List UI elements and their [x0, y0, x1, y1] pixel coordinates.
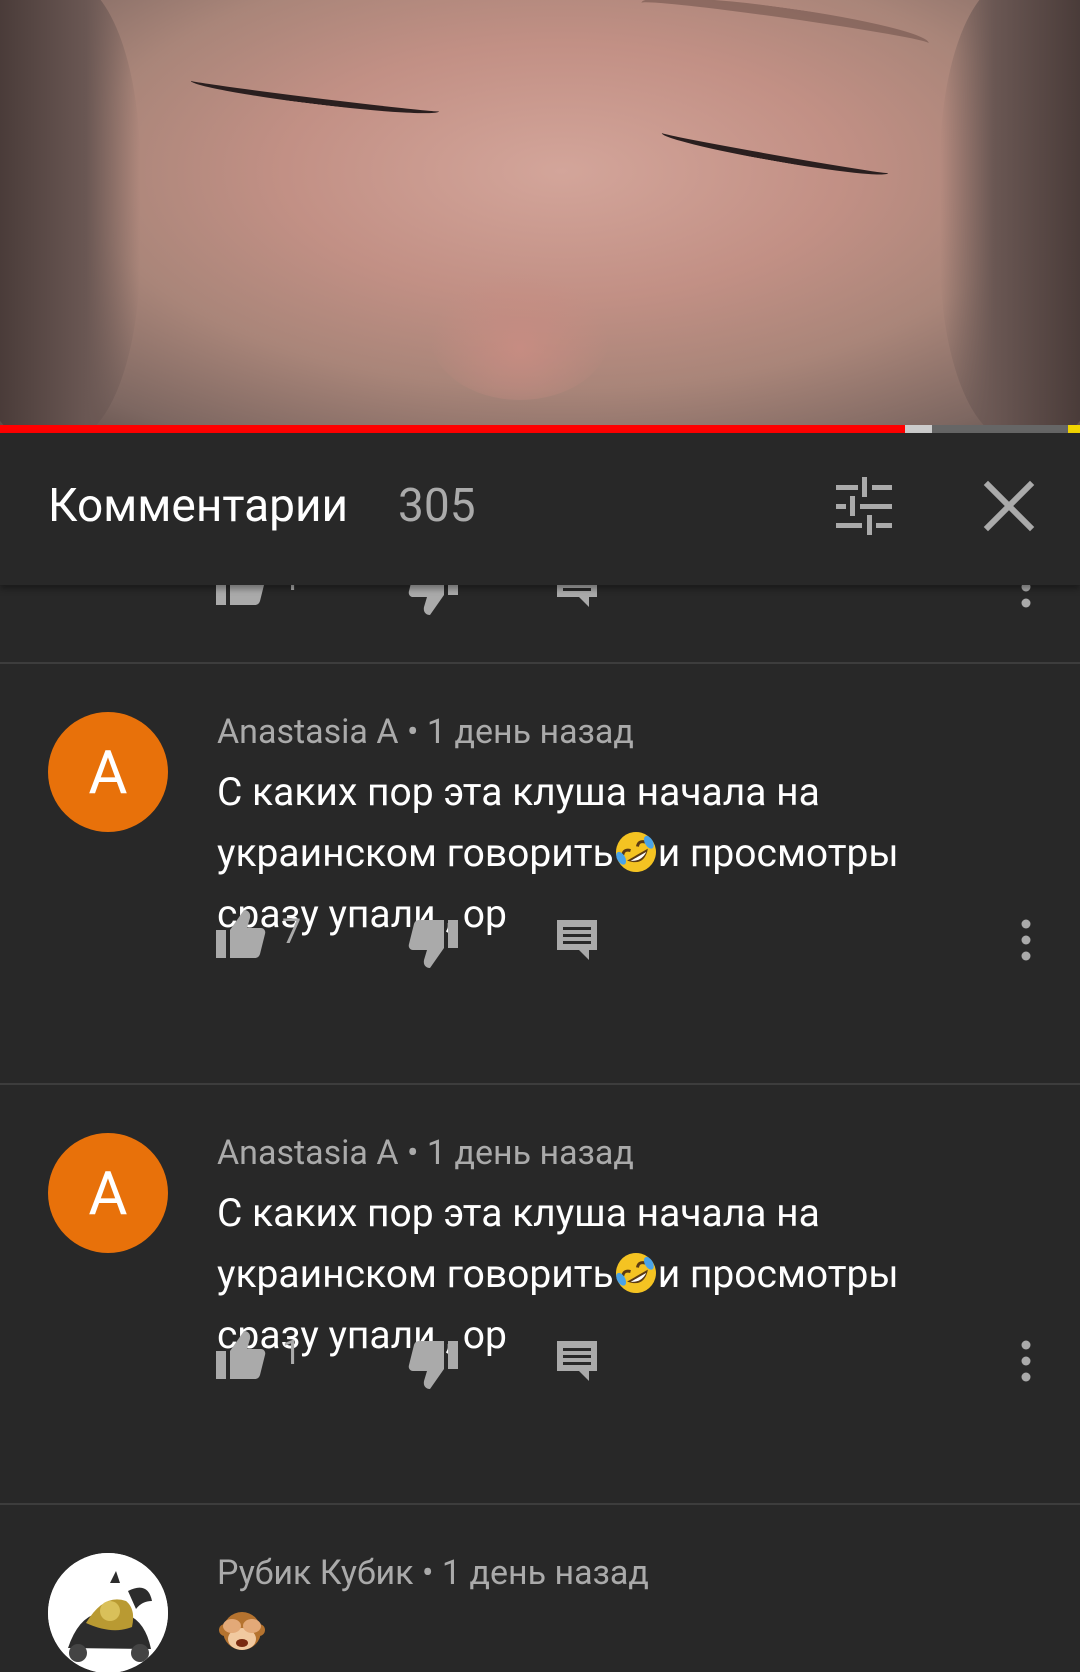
- meta-separator: •: [406, 712, 419, 752]
- video-progress-bar[interactable]: [0, 425, 1080, 433]
- like-icon[interactable]: [214, 585, 266, 607]
- comment-actions: 1: [0, 1329, 1080, 1389]
- reply-icon[interactable]: [555, 918, 599, 962]
- comment-text: [217, 1605, 997, 1666]
- like-icon[interactable]: [214, 908, 266, 960]
- comment-author[interactable]: Anastasia A: [217, 1133, 399, 1173]
- rolling-laughing-emoji-icon: [614, 830, 658, 874]
- avatar-letter: A: [88, 736, 128, 808]
- video-frame-detail: [660, 125, 890, 181]
- video-frame-detail: [430, 270, 610, 400]
- comments-header: Комментарии 305: [0, 433, 1080, 585]
- comment-list[interactable]: 1 A Anastasia A • 1 день назад С каких п…: [0, 585, 1080, 1672]
- progress-buffered: [905, 425, 932, 433]
- comment-author[interactable]: Рубик Кубик: [217, 1553, 414, 1593]
- avatar[interactable]: A: [48, 712, 168, 832]
- character-avatar-icon: [48, 1553, 168, 1672]
- avatar[interactable]: [48, 1553, 168, 1672]
- progress-played: [0, 425, 905, 433]
- video-player[interactable]: [0, 0, 1080, 428]
- divider: [0, 1083, 1080, 1085]
- video-frame-detail: [639, 0, 931, 59]
- comment-meta: Anastasia A • 1 день назад: [217, 1133, 634, 1173]
- comment-actions: 7: [0, 908, 1080, 968]
- video-frame-detail: [940, 0, 1080, 428]
- comment-author[interactable]: Anastasia A: [217, 712, 399, 752]
- comment-time: 1 день назад: [441, 1553, 649, 1593]
- divider: [0, 1503, 1080, 1505]
- reply-icon[interactable]: [555, 1339, 599, 1383]
- like-count: 1: [282, 1333, 302, 1373]
- comments-count: 305: [398, 479, 476, 533]
- more-options-icon[interactable]: [1016, 585, 1036, 611]
- dislike-icon[interactable]: [408, 585, 460, 617]
- progress-marker: [1068, 425, 1080, 433]
- avatar[interactable]: A: [48, 1133, 168, 1253]
- avatar-letter: A: [88, 1157, 128, 1229]
- divider: [0, 662, 1080, 664]
- dislike-icon[interactable]: [408, 918, 460, 970]
- meta-separator: •: [421, 1553, 434, 1593]
- more-options-icon[interactable]: [1016, 1337, 1036, 1385]
- comment-actions: 1: [0, 585, 1080, 615]
- dislike-icon[interactable]: [408, 1339, 460, 1391]
- video-frame-detail: [0, 0, 140, 428]
- meta-separator: •: [406, 1133, 419, 1173]
- close-icon[interactable]: [980, 477, 1038, 535]
- like-count: 1: [282, 585, 301, 599]
- comments-title: Комментарии: [48, 479, 349, 533]
- like-count: 7: [282, 912, 302, 952]
- more-options-icon[interactable]: [1016, 916, 1036, 964]
- sort-filter-icon[interactable]: [834, 477, 894, 537]
- video-frame-detail: [189, 72, 441, 120]
- rolling-laughing-emoji-icon: [614, 1251, 658, 1295]
- comment-meta: Anastasia A • 1 день назад: [217, 712, 634, 752]
- comment-meta: Рубик Кубик • 1 день назад: [217, 1553, 649, 1593]
- see-no-evil-monkey-emoji-icon: [217, 1606, 267, 1656]
- reply-icon[interactable]: [555, 585, 599, 609]
- comment-time: 1 день назад: [426, 712, 634, 752]
- like-icon[interactable]: [214, 1329, 266, 1381]
- comment-time: 1 день назад: [426, 1133, 634, 1173]
